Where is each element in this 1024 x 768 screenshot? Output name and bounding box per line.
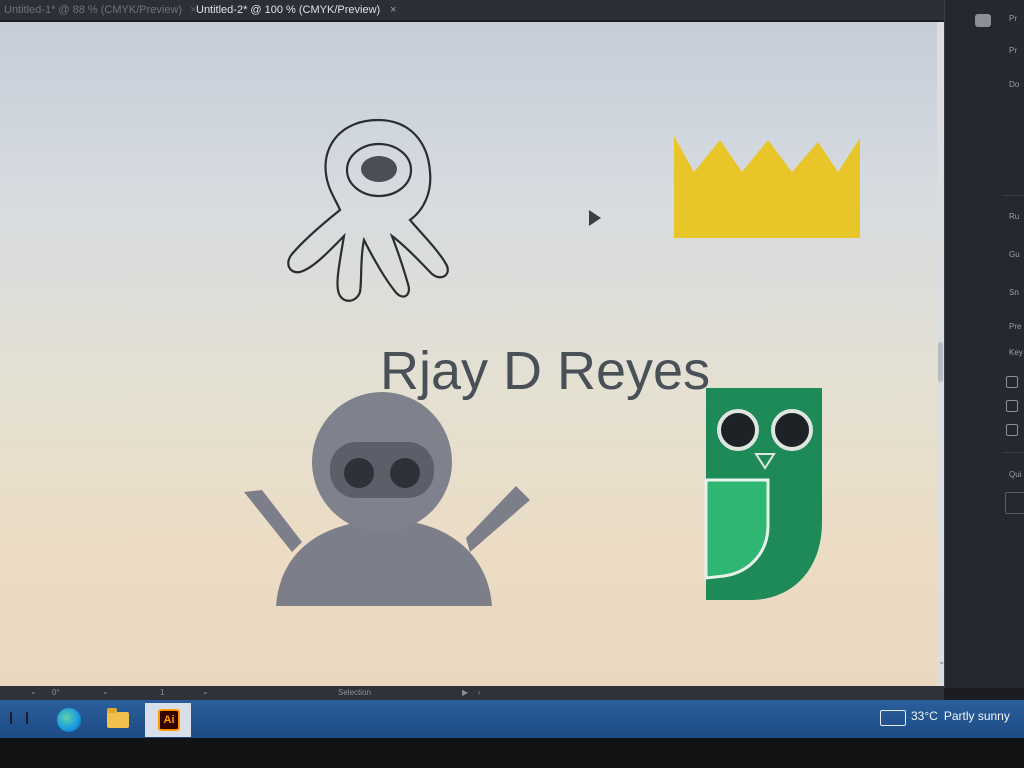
panel-label: Pr	[1009, 46, 1017, 55]
rotation-value[interactable]: 0°	[52, 688, 60, 697]
tab-untitled-2[interactable]: Untitled-2* @ 100 % (CMYK/Preview) ×	[196, 0, 436, 20]
alien-eye	[361, 156, 397, 182]
panel-label: Do	[1009, 80, 1020, 89]
weather-widget[interactable]: 33°C Partly sunny	[911, 709, 1010, 723]
weather-condition: Partly sunny	[943, 709, 1010, 723]
file-explorer-icon[interactable]	[107, 708, 129, 728]
weather-icon[interactable]	[880, 710, 906, 726]
document-tab-bar: Untitled-1* @ 88 % (CMYK/Preview) × Untit…	[0, 0, 1024, 20]
chevron-down-icon[interactable]: ⌄	[102, 687, 109, 696]
panel-label-snap[interactable]: Sn	[1009, 288, 1019, 297]
ninja-robot-shape[interactable]	[244, 392, 530, 606]
properties-panel: Pr Pr Do Ru Gu Sn Pre Key Qui	[944, 0, 1024, 688]
vertical-scrollbar[interactable]	[937, 22, 944, 686]
play-icon[interactable]: ▶	[462, 688, 468, 697]
status-bar: ⌄ 0° ⌄ 1 ⌄ Selection ▶ ‹	[0, 686, 944, 700]
chevron-left-icon[interactable]: ‹	[478, 688, 481, 697]
panel-label-keyboard[interactable]: Key	[1009, 348, 1023, 357]
chevron-down-icon[interactable]: ⌄	[202, 687, 209, 696]
panel-label-quick-actions: Qui	[1009, 470, 1022, 479]
divider	[1003, 452, 1024, 453]
panel-label-preferences[interactable]: Pre	[1009, 322, 1021, 331]
artboard[interactable]: Rjay D Reyes	[0, 22, 944, 686]
panel-label-guides[interactable]: Gu	[1009, 250, 1020, 259]
name-text-object[interactable]: Rjay D Reyes	[380, 340, 710, 402]
mouse-cursor-icon	[589, 210, 601, 226]
temperature: 33°C	[911, 709, 938, 723]
checkbox[interactable]	[1006, 424, 1018, 436]
tab-label: Untitled-2* @ 100 % (CMYK/Preview)	[196, 4, 381, 16]
owl-shape[interactable]	[704, 388, 822, 600]
tab-label: Untitled-1* @ 88 % (CMYK/Preview)	[4, 4, 183, 16]
scrollbar-thumb[interactable]	[938, 342, 943, 382]
tab-untitled-1[interactable]: Untitled-1* @ 88 % (CMYK/Preview) ×	[4, 0, 197, 20]
divider	[1003, 195, 1024, 196]
close-icon[interactable]: ×	[390, 4, 396, 16]
quick-action-button[interactable]	[1005, 492, 1024, 514]
alien-squid-shape[interactable]	[287, 118, 449, 302]
edge-browser-icon[interactable]	[57, 708, 81, 732]
adobe-illustrator-icon[interactable]: Ai	[158, 709, 180, 731]
scroll-down-icon[interactable]: ⌄	[938, 656, 946, 667]
checkbox[interactable]	[1006, 376, 1018, 388]
comments-icon[interactable]	[975, 14, 991, 27]
chevron-down-icon[interactable]: ⌄	[30, 687, 37, 696]
checkbox[interactable]	[1006, 400, 1018, 412]
task-view-icon[interactable]	[10, 712, 28, 724]
panel-label: Pr	[1009, 14, 1017, 23]
crown-shape[interactable]	[674, 136, 860, 238]
current-tool-label: Selection	[338, 688, 371, 697]
monitor-bezel	[0, 738, 1024, 768]
panel-label-rulers[interactable]: Ru	[1009, 212, 1019, 221]
artboard-number[interactable]: 1	[160, 688, 164, 697]
